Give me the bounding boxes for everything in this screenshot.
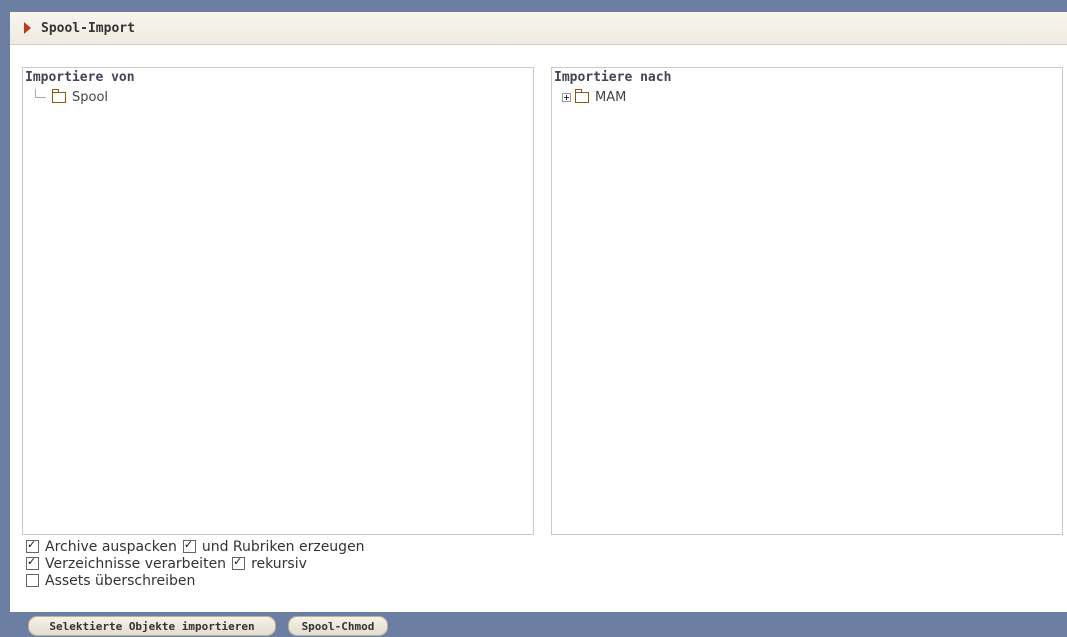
import-target-panel: Importiere nach MAM — [551, 67, 1063, 535]
tree-item-mam[interactable]: MAM — [552, 89, 627, 105]
recursive-checkbox[interactable] — [232, 555, 246, 570]
overwrite-assets-label: Assets überschreiben — [45, 572, 196, 589]
import-target-heading: Importiere nach — [554, 70, 672, 85]
create-rubrics-checkbox[interactable] — [182, 538, 196, 553]
recursive-label: rekursiv — [251, 555, 307, 572]
archive-unpack-checkbox[interactable] — [26, 538, 39, 553]
page-title: Spool-Import — [41, 20, 135, 36]
archive-unpack-label: Archive auspacken — [45, 538, 177, 555]
import-options: Archive auspacken und Rubriken erzeugen … — [26, 538, 371, 589]
expand-plus-icon[interactable] — [562, 93, 571, 102]
tree-item-label: MAM — [595, 90, 627, 105]
process-dirs-checkbox[interactable] — [26, 555, 39, 570]
tree-item-label: Spool — [72, 90, 109, 105]
folder-icon — [575, 89, 589, 103]
folder-icon — [52, 89, 66, 103]
import-selected-button[interactable]: Selektierte Objekte importieren — [28, 616, 276, 636]
title-bar: Spool-Import — [10, 12, 1067, 45]
process-dirs-label: Verzeichnisse verarbeiten — [45, 555, 227, 572]
import-source-heading: Importiere von — [25, 70, 135, 85]
tree-connector — [35, 89, 46, 98]
overwrite-assets-checkbox[interactable] — [26, 574, 39, 587]
tree-item-spool[interactable]: Spool — [23, 89, 109, 105]
action-bar: Selektierte Objekte importieren Spool-Ch… — [10, 612, 1067, 637]
spool-import-window: Spool-Import Importiere von Spool Import… — [10, 12, 1067, 612]
caret-right-icon — [24, 22, 31, 34]
create-rubrics-label: und Rubriken erzeugen — [201, 538, 365, 555]
spool-chmod-button[interactable]: Spool-Chmod — [288, 616, 388, 636]
import-source-panel: Importiere von Spool — [22, 67, 534, 535]
